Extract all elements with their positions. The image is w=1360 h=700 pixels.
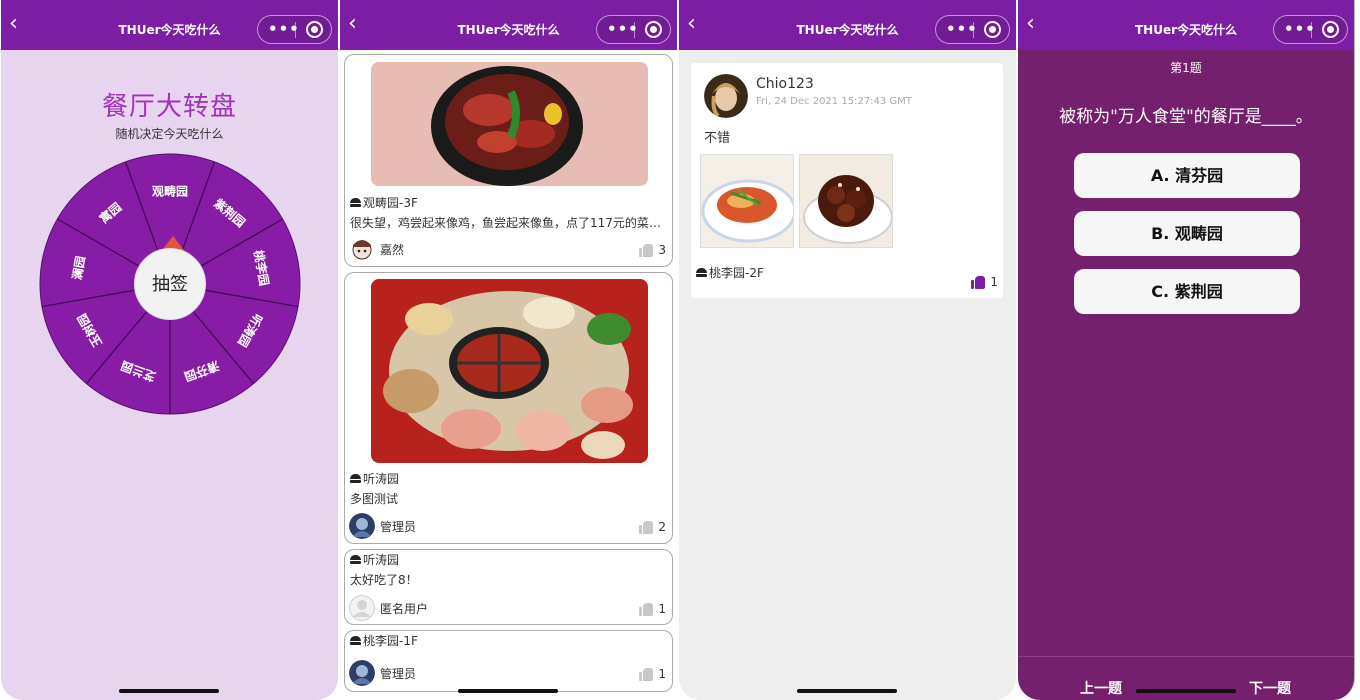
question-text: 被称为"万人食堂"的餐厅是____。 (1059, 107, 1313, 127)
card-location: 听涛园 (350, 470, 399, 487)
avatar[interactable] (704, 74, 748, 118)
nav-bar: ‹ THUer今天吃什么 ••• (679, 0, 1016, 50)
avatar (349, 660, 375, 686)
post-card: Chio123 Fri, 24 Dec 2021 15:27:43 GMT 不错 (691, 63, 1003, 298)
feed-card[interactable]: 观畴园-3F 很失望，鸡尝起来像鸡，鱼尝起来像鱼，点了117元的菜… 嘉然 3 (344, 54, 673, 267)
restaurant-icon (350, 198, 361, 207)
like-count: 3 (658, 243, 666, 257)
like-count: 2 (658, 520, 666, 534)
card-location-text: 听涛园 (363, 472, 400, 486)
author-name: 嘉然 (380, 242, 405, 257)
post-timestamp: Fri, 24 Dec 2021 15:27:43 GMT (756, 96, 912, 107)
restaurant-icon (350, 474, 361, 483)
like-button[interactable]: 2 (639, 520, 666, 534)
card-location: 观畴园-3F (350, 194, 418, 211)
close-target-icon[interactable] (984, 21, 1001, 38)
feed-card[interactable]: 桃李园-1F 管理员 1 (344, 630, 673, 692)
card-location: 桃李园-1F (350, 632, 418, 649)
restaurant-icon (350, 636, 361, 645)
feed-card[interactable]: 听涛园 多图测试 管理员 2 (344, 272, 673, 544)
capsule-divider (1311, 22, 1312, 38)
post-text: 不错 (704, 131, 731, 146)
username: Chio123 (756, 76, 814, 92)
restaurant-icon (350, 555, 361, 564)
like-button[interactable]: 1 (971, 275, 998, 289)
avatar (349, 595, 375, 621)
home-indicator (119, 689, 219, 693)
like-count: 1 (658, 602, 666, 616)
avatar (349, 513, 375, 539)
close-target-icon[interactable] (645, 21, 662, 38)
like-button[interactable]: 3 (639, 243, 666, 257)
thumbs-up-icon (639, 602, 654, 616)
quiz-screen: ‹ THUer今天吃什么 ••• 第1题 被称为"万人食堂"的餐厅是____。 … (1018, 0, 1355, 700)
post-location: 桃李园-2F (696, 264, 764, 281)
nav-bar: ‹ THUer今天吃什么 ••• (1, 0, 338, 50)
option-b-button[interactable]: B. 观畴园 (1074, 211, 1300, 256)
author-name: 匿名用户 (380, 601, 429, 616)
capsule-divider (634, 22, 635, 38)
card-author[interactable]: 嘉然 (349, 236, 404, 262)
page-subtitle: 随机决定今天吃什么 (115, 127, 224, 141)
mini-program-capsule: ••• (935, 15, 1010, 44)
card-location-text: 观畴园-3F (363, 196, 418, 210)
card-text: 多图测试 (350, 492, 399, 506)
prev-question-button[interactable]: 上一题 (1080, 678, 1122, 698)
card-text: 太好吃了8！ (350, 573, 418, 587)
like-count: 1 (990, 275, 998, 289)
close-target-icon[interactable] (306, 21, 323, 38)
option-a-button[interactable]: A. 清芬园 (1074, 153, 1300, 198)
page-title: 餐厅大转盘 (101, 92, 237, 122)
author-name: 管理员 (380, 519, 417, 534)
like-button[interactable]: 1 (639, 667, 666, 681)
like-button[interactable]: 1 (639, 602, 666, 616)
wheel-screen: ‹ THUer今天吃什么 ••• 餐厅大转盘 随机决定今天吃什么 观畴园 紫荆园桃… (1, 0, 338, 700)
thumbs-up-icon (971, 275, 986, 289)
home-indicator (1136, 689, 1236, 693)
author-name: 管理员 (380, 666, 417, 681)
post-photo[interactable] (700, 154, 794, 248)
mini-program-capsule: ••• (1273, 15, 1348, 44)
wheel-segment-label: 观畴园 (152, 184, 188, 199)
capsule-divider (973, 22, 974, 38)
nav-bar: ‹ THUer今天吃什么 ••• (1018, 0, 1354, 50)
card-author[interactable]: 匿名用户 (349, 595, 428, 621)
dish-photo (371, 62, 648, 186)
thumbs-up-icon (639, 520, 654, 534)
question-number: 第1题 (1170, 61, 1202, 75)
restaurant-icon (696, 268, 707, 277)
mini-program-capsule: ••• (257, 15, 332, 44)
restaurant-wheel[interactable]: 观畴园 紫荆园 桃李园 听涛园 清芬园 芝兰园 玉树园 澜园 寓园 抽签 (39, 153, 301, 415)
card-location-text: 听涛园 (363, 553, 400, 567)
footer-divider (1018, 656, 1354, 657)
card-location: 听涛园 (350, 551, 399, 568)
thumbs-up-icon (639, 667, 654, 681)
home-indicator (458, 689, 558, 693)
card-location-text: 桃李园-1F (363, 634, 418, 648)
thumbs-up-icon (639, 243, 654, 257)
card-author[interactable]: 管理员 (349, 513, 416, 539)
mini-program-capsule: ••• (596, 15, 671, 44)
avatar (349, 236, 375, 262)
close-target-icon[interactable] (1322, 21, 1339, 38)
feed-screen: ‹ THUer今天吃什么 ••• 观畴园-3F 很失望，鸡尝起来像鸡，鱼尝起来像… (340, 0, 677, 700)
feed-card[interactable]: 听涛园 太好吃了8！ 匿名用户 1 (344, 549, 673, 625)
card-author[interactable]: 管理员 (349, 660, 416, 686)
next-question-button[interactable]: 下一题 (1249, 678, 1291, 698)
draw-lots-button[interactable]: 抽签 (134, 248, 206, 320)
option-c-button[interactable]: C. 紫荆园 (1074, 269, 1300, 314)
post-detail-screen: ‹ THUer今天吃什么 ••• Chio123 Fri, 24 Dec 202… (679, 0, 1016, 700)
like-count: 1 (658, 667, 666, 681)
post-location-text: 桃李园-2F (709, 266, 764, 280)
card-text: 很失望，鸡尝起来像鸡，鱼尝起来像鱼，点了117元的菜… (350, 216, 661, 230)
capsule-divider (295, 22, 296, 38)
post-photo[interactable] (799, 154, 893, 248)
home-indicator (797, 689, 897, 693)
dish-photo (371, 279, 648, 463)
nav-bar: ‹ THUer今天吃什么 ••• (340, 0, 677, 50)
